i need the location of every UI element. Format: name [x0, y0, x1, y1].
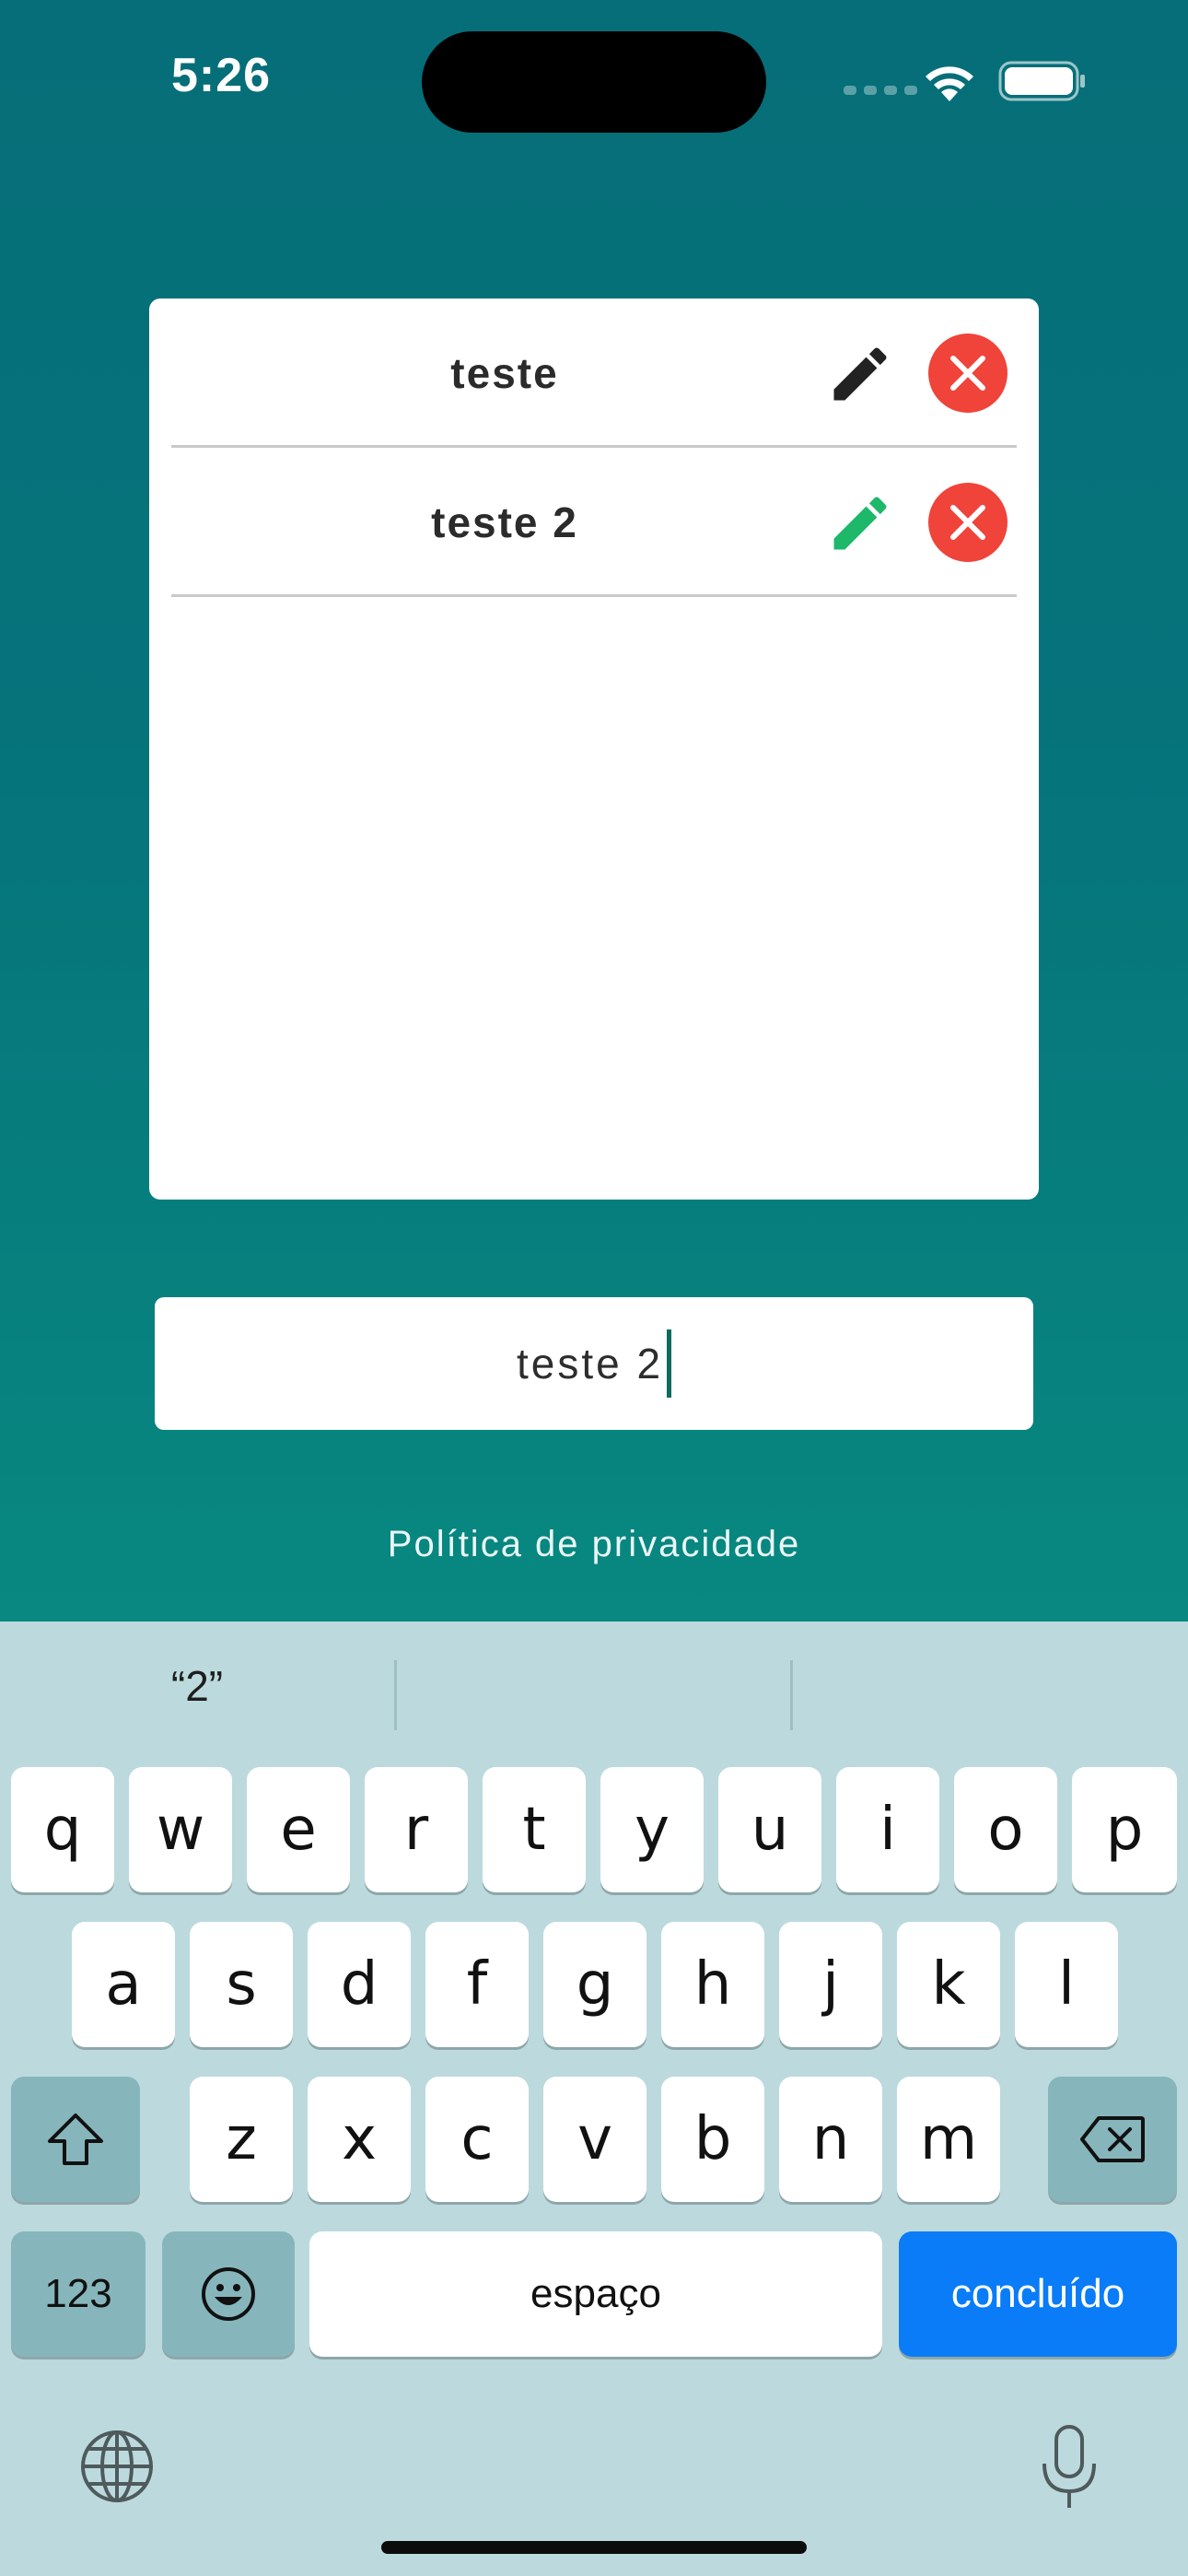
key-g[interactable]: g: [543, 1922, 646, 2047]
key-q[interactable]: q: [11, 1767, 114, 1892]
key-r[interactable]: r: [365, 1767, 468, 1892]
pencil-edit-icon[interactable]: [825, 339, 895, 409]
keyboard-suggestion-bar: “2”: [0, 1622, 1188, 1751]
emoji-key[interactable]: [162, 2231, 295, 2357]
key-n[interactable]: n: [779, 2077, 882, 2202]
item-label: teste: [450, 349, 559, 397]
emoji-icon: [202, 2267, 255, 2321]
pencil-edit-icon[interactable]: [825, 488, 895, 558]
space-key[interactable]: espaço: [309, 2231, 882, 2357]
item-label: teste 2: [431, 498, 578, 546]
done-key[interactable]: concluído: [899, 2231, 1177, 2357]
shift-key[interactable]: [11, 2077, 140, 2202]
suggestion-item[interactable]: “2”: [0, 1640, 394, 1732]
numbers-key[interactable]: 123: [11, 2231, 146, 2357]
suggestion-item[interactable]: [397, 1640, 791, 1732]
key-e[interactable]: e: [247, 1767, 350, 1892]
backspace-key[interactable]: [1048, 2077, 1177, 2202]
item-text-input[interactable]: teste 2: [155, 1297, 1033, 1430]
battery-icon: [998, 61, 1085, 101]
key-l[interactable]: l: [1015, 1922, 1118, 2047]
key-c[interactable]: c: [425, 2077, 529, 2202]
privacy-policy-link[interactable]: Política de privacidade: [0, 1524, 1188, 1565]
items-list-card: teste teste 2: [149, 299, 1039, 1200]
key-o[interactable]: o: [954, 1767, 1057, 1892]
key-s[interactable]: s: [190, 1922, 293, 2047]
key-u[interactable]: u: [718, 1767, 821, 1892]
status-time: 5:26: [171, 49, 272, 102]
text-caret: [667, 1329, 672, 1398]
key-x[interactable]: x: [308, 2077, 411, 2202]
home-indicator[interactable]: [381, 2541, 807, 2554]
delete-button[interactable]: [928, 483, 1007, 562]
shift-arrow-icon: [48, 2113, 103, 2165]
suggestion-item[interactable]: [793, 1640, 1188, 1732]
key-h[interactable]: h: [661, 1922, 764, 2047]
key-w[interactable]: w: [129, 1767, 232, 1892]
close-icon: [950, 356, 985, 391]
close-icon: [950, 505, 985, 540]
key-t[interactable]: t: [483, 1767, 586, 1892]
key-b[interactable]: b: [661, 2077, 764, 2202]
list-item[interactable]: teste: [171, 299, 1017, 448]
key-y[interactable]: y: [600, 1767, 704, 1892]
key-i[interactable]: i: [836, 1767, 939, 1892]
backspace-icon: [1080, 2116, 1145, 2162]
key-v[interactable]: v: [543, 2077, 646, 2202]
key-a[interactable]: a: [72, 1922, 175, 2047]
key-f[interactable]: f: [425, 1922, 529, 2047]
key-k[interactable]: k: [897, 1922, 1000, 2047]
list-item[interactable]: teste 2: [171, 448, 1017, 597]
key-j[interactable]: j: [779, 1922, 882, 2047]
key-p[interactable]: p: [1072, 1767, 1177, 1892]
input-value: teste 2: [516, 1340, 664, 1388]
dynamic-island: [422, 31, 766, 133]
key-m[interactable]: m: [897, 2077, 1000, 2202]
wifi-icon: [926, 66, 973, 101]
globe-icon[interactable]: [79, 2429, 155, 2504]
delete-button[interactable]: [928, 334, 1007, 413]
cellular-signal-icon: [844, 86, 917, 95]
key-z[interactable]: z: [190, 2077, 293, 2202]
key-d[interactable]: d: [308, 1922, 411, 2047]
microphone-icon[interactable]: [1037, 2423, 1101, 2512]
